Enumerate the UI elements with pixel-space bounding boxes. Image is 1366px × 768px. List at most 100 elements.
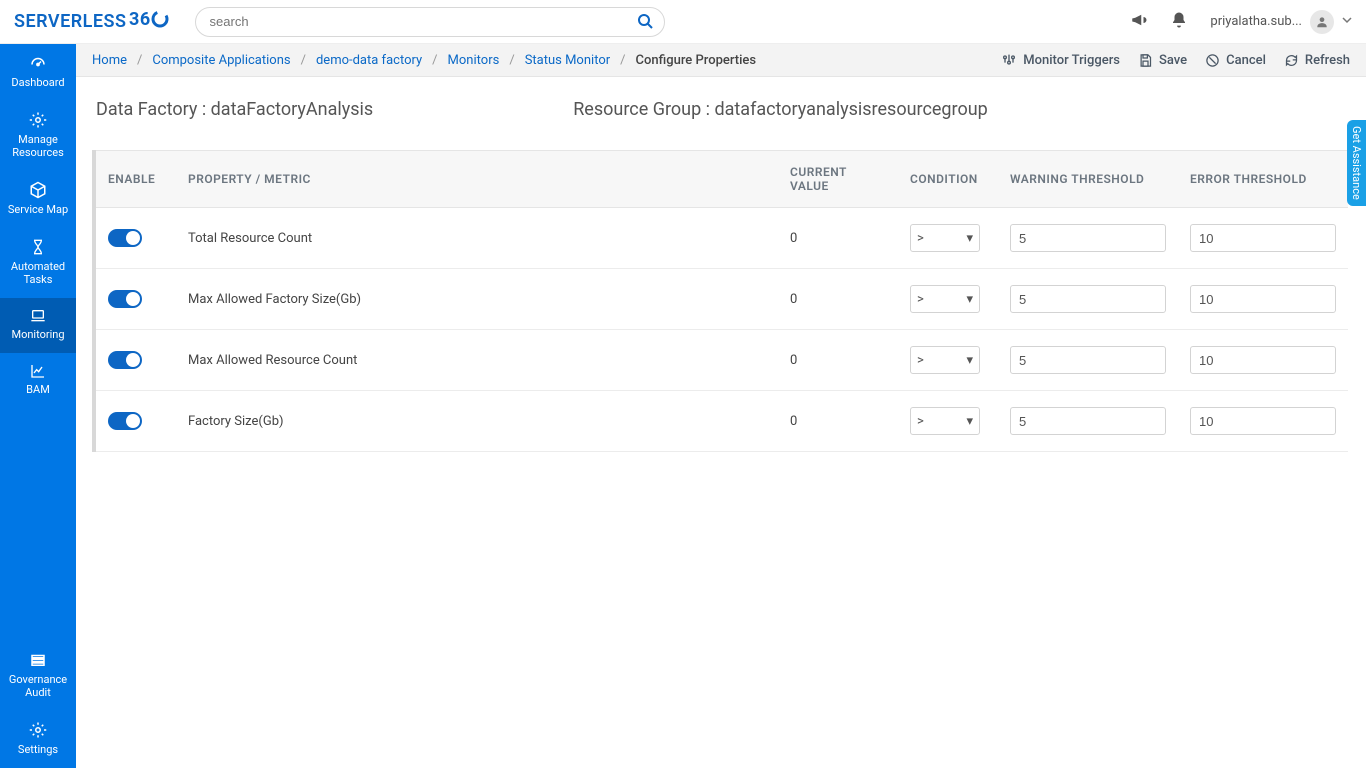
enable-toggle[interactable] bbox=[108, 412, 142, 430]
condition-select[interactable]: >▾ bbox=[910, 346, 980, 374]
current-value: 0 bbox=[778, 391, 898, 452]
bell-icon[interactable] bbox=[1170, 11, 1188, 33]
topbar: SERVERLESS 36 priyalatha.sub... bbox=[0, 0, 1366, 44]
search-input[interactable] bbox=[195, 7, 665, 37]
avatar-icon bbox=[1310, 10, 1334, 34]
breadcrumb-bar: Home/ Composite Applications/ demo-data … bbox=[76, 44, 1366, 77]
enable-toggle[interactable] bbox=[108, 290, 142, 308]
error-threshold-input[interactable] bbox=[1190, 224, 1336, 252]
gauge-icon bbox=[28, 54, 48, 72]
th-enable: ENABLE bbox=[96, 151, 176, 208]
condition-select[interactable]: >▾ bbox=[910, 224, 980, 252]
logo[interactable]: SERVERLESS 36 bbox=[14, 8, 169, 35]
monitor-triggers-button[interactable]: Monitor Triggers bbox=[1001, 52, 1120, 68]
sidebar-item-label: Settings bbox=[18, 743, 58, 756]
condition-select[interactable]: >▾ bbox=[910, 285, 980, 313]
breadcrumb-monitors[interactable]: Monitors bbox=[448, 53, 500, 68]
sidebar-item-label: Monitoring bbox=[11, 328, 64, 341]
sidebar-item-automated-tasks[interactable]: Automated Tasks bbox=[0, 228, 76, 298]
table-row: Max Allowed Factory Size(Gb)0 >▾ bbox=[96, 269, 1348, 330]
metrics-table: ENABLE PROPERTY / METRIC CURRENT VALUE C… bbox=[92, 150, 1348, 452]
enable-toggle[interactable] bbox=[108, 229, 142, 247]
metric-name: Max Allowed Factory Size(Gb) bbox=[176, 269, 778, 330]
chart-icon bbox=[29, 363, 47, 379]
user-name: priyalatha.sub... bbox=[1210, 14, 1302, 29]
cancel-button[interactable]: Cancel bbox=[1205, 53, 1266, 68]
sidebar-item-bam[interactable]: BAM bbox=[0, 353, 76, 408]
get-assistance-tab[interactable]: Get Assistance bbox=[1347, 120, 1366, 206]
sidebar: Dashboard Manage Resources Service Map A… bbox=[0, 44, 76, 768]
th-metric: PROPERTY / METRIC bbox=[176, 151, 778, 208]
cancel-icon bbox=[1205, 53, 1220, 68]
save-button[interactable]: Save bbox=[1138, 53, 1187, 68]
sidebar-item-label: Manage Resources bbox=[12, 133, 64, 159]
th-warning: WARNING THRESHOLD bbox=[998, 151, 1178, 208]
sidebar-item-dashboard[interactable]: Dashboard bbox=[0, 44, 76, 101]
condition-select[interactable]: >▾ bbox=[910, 407, 980, 435]
breadcrumb-demo-data-factory[interactable]: demo-data factory bbox=[316, 53, 422, 68]
info-line: Data Factory : dataFactoryAnalysis Resou… bbox=[76, 77, 1366, 150]
hourglass-icon bbox=[30, 238, 46, 256]
metric-name: Total Resource Count bbox=[176, 208, 778, 269]
search-container bbox=[195, 7, 665, 37]
data-factory-info: Data Factory : dataFactoryAnalysis bbox=[96, 99, 373, 120]
sidebar-item-monitoring[interactable]: Monitoring bbox=[0, 298, 76, 353]
th-error: ERROR THRESHOLD bbox=[1178, 151, 1348, 208]
error-threshold-input[interactable] bbox=[1190, 285, 1336, 313]
gear-icon bbox=[29, 111, 47, 129]
logo-text: SERVERLESS bbox=[14, 11, 127, 32]
user-menu[interactable]: priyalatha.sub... bbox=[1210, 10, 1352, 34]
th-condition: CONDITION bbox=[898, 151, 998, 208]
sidebar-item-label: Dashboard bbox=[11, 76, 64, 89]
breadcrumb-home[interactable]: Home bbox=[92, 53, 127, 68]
warning-threshold-input[interactable] bbox=[1010, 224, 1166, 252]
current-value: 0 bbox=[778, 208, 898, 269]
chevron-down-icon: ▾ bbox=[966, 414, 973, 429]
sidebar-item-settings[interactable]: Settings bbox=[0, 711, 76, 768]
error-threshold-input[interactable] bbox=[1190, 407, 1336, 435]
table-row: Max Allowed Resource Count0 >▾ bbox=[96, 330, 1348, 391]
topbar-right: priyalatha.sub... bbox=[1130, 10, 1352, 34]
warning-threshold-input[interactable] bbox=[1010, 407, 1166, 435]
enable-toggle[interactable] bbox=[108, 351, 142, 369]
sidebar-item-label: Service Map bbox=[8, 203, 68, 216]
cube-icon bbox=[29, 181, 47, 199]
sidebar-item-label: Automated Tasks bbox=[11, 260, 65, 286]
refresh-icon bbox=[1284, 53, 1299, 68]
breadcrumb-current: Configure Properties bbox=[636, 53, 757, 68]
sliders-icon bbox=[1001, 52, 1017, 68]
th-current: CURRENT VALUE bbox=[778, 151, 898, 208]
chevron-down-icon: ▾ bbox=[966, 231, 973, 246]
laptop-icon bbox=[29, 308, 47, 324]
content: Home/ Composite Applications/ demo-data … bbox=[76, 44, 1366, 768]
breadcrumb-status-monitor[interactable]: Status Monitor bbox=[525, 53, 610, 68]
svg-text:36: 36 bbox=[129, 9, 151, 30]
announcement-icon[interactable] bbox=[1130, 11, 1148, 33]
sidebar-item-label: BAM bbox=[26, 383, 50, 396]
stack-icon bbox=[29, 651, 47, 669]
sidebar-item-manage-resources[interactable]: Manage Resources bbox=[0, 101, 76, 171]
search-icon[interactable] bbox=[637, 13, 653, 33]
save-icon bbox=[1138, 53, 1153, 68]
table-row: Total Resource Count0 >▾ bbox=[96, 208, 1348, 269]
breadcrumb: Home/ Composite Applications/ demo-data … bbox=[92, 53, 756, 68]
action-bar: Monitor Triggers Save Cancel Refresh bbox=[1001, 52, 1350, 68]
gear-icon bbox=[29, 721, 47, 739]
error-threshold-input[interactable] bbox=[1190, 346, 1336, 374]
metric-name: Factory Size(Gb) bbox=[176, 391, 778, 452]
metric-name: Max Allowed Resource Count bbox=[176, 330, 778, 391]
resource-group-info: Resource Group : datafactoryanalysisreso… bbox=[573, 99, 988, 120]
sidebar-item-service-map[interactable]: Service Map bbox=[0, 171, 76, 228]
logo-360-icon: 36 bbox=[129, 8, 169, 35]
sidebar-item-label: Governance Audit bbox=[9, 673, 67, 699]
breadcrumb-composite-applications[interactable]: Composite Applications bbox=[152, 53, 290, 68]
chevron-down-icon: ▾ bbox=[966, 353, 973, 368]
chevron-down-icon: ▾ bbox=[966, 292, 973, 307]
sidebar-item-governance-audit[interactable]: Governance Audit bbox=[0, 641, 76, 711]
chevron-down-icon bbox=[1342, 14, 1352, 29]
refresh-button[interactable]: Refresh bbox=[1284, 53, 1350, 68]
current-value: 0 bbox=[778, 269, 898, 330]
warning-threshold-input[interactable] bbox=[1010, 346, 1166, 374]
current-value: 0 bbox=[778, 330, 898, 391]
warning-threshold-input[interactable] bbox=[1010, 285, 1166, 313]
